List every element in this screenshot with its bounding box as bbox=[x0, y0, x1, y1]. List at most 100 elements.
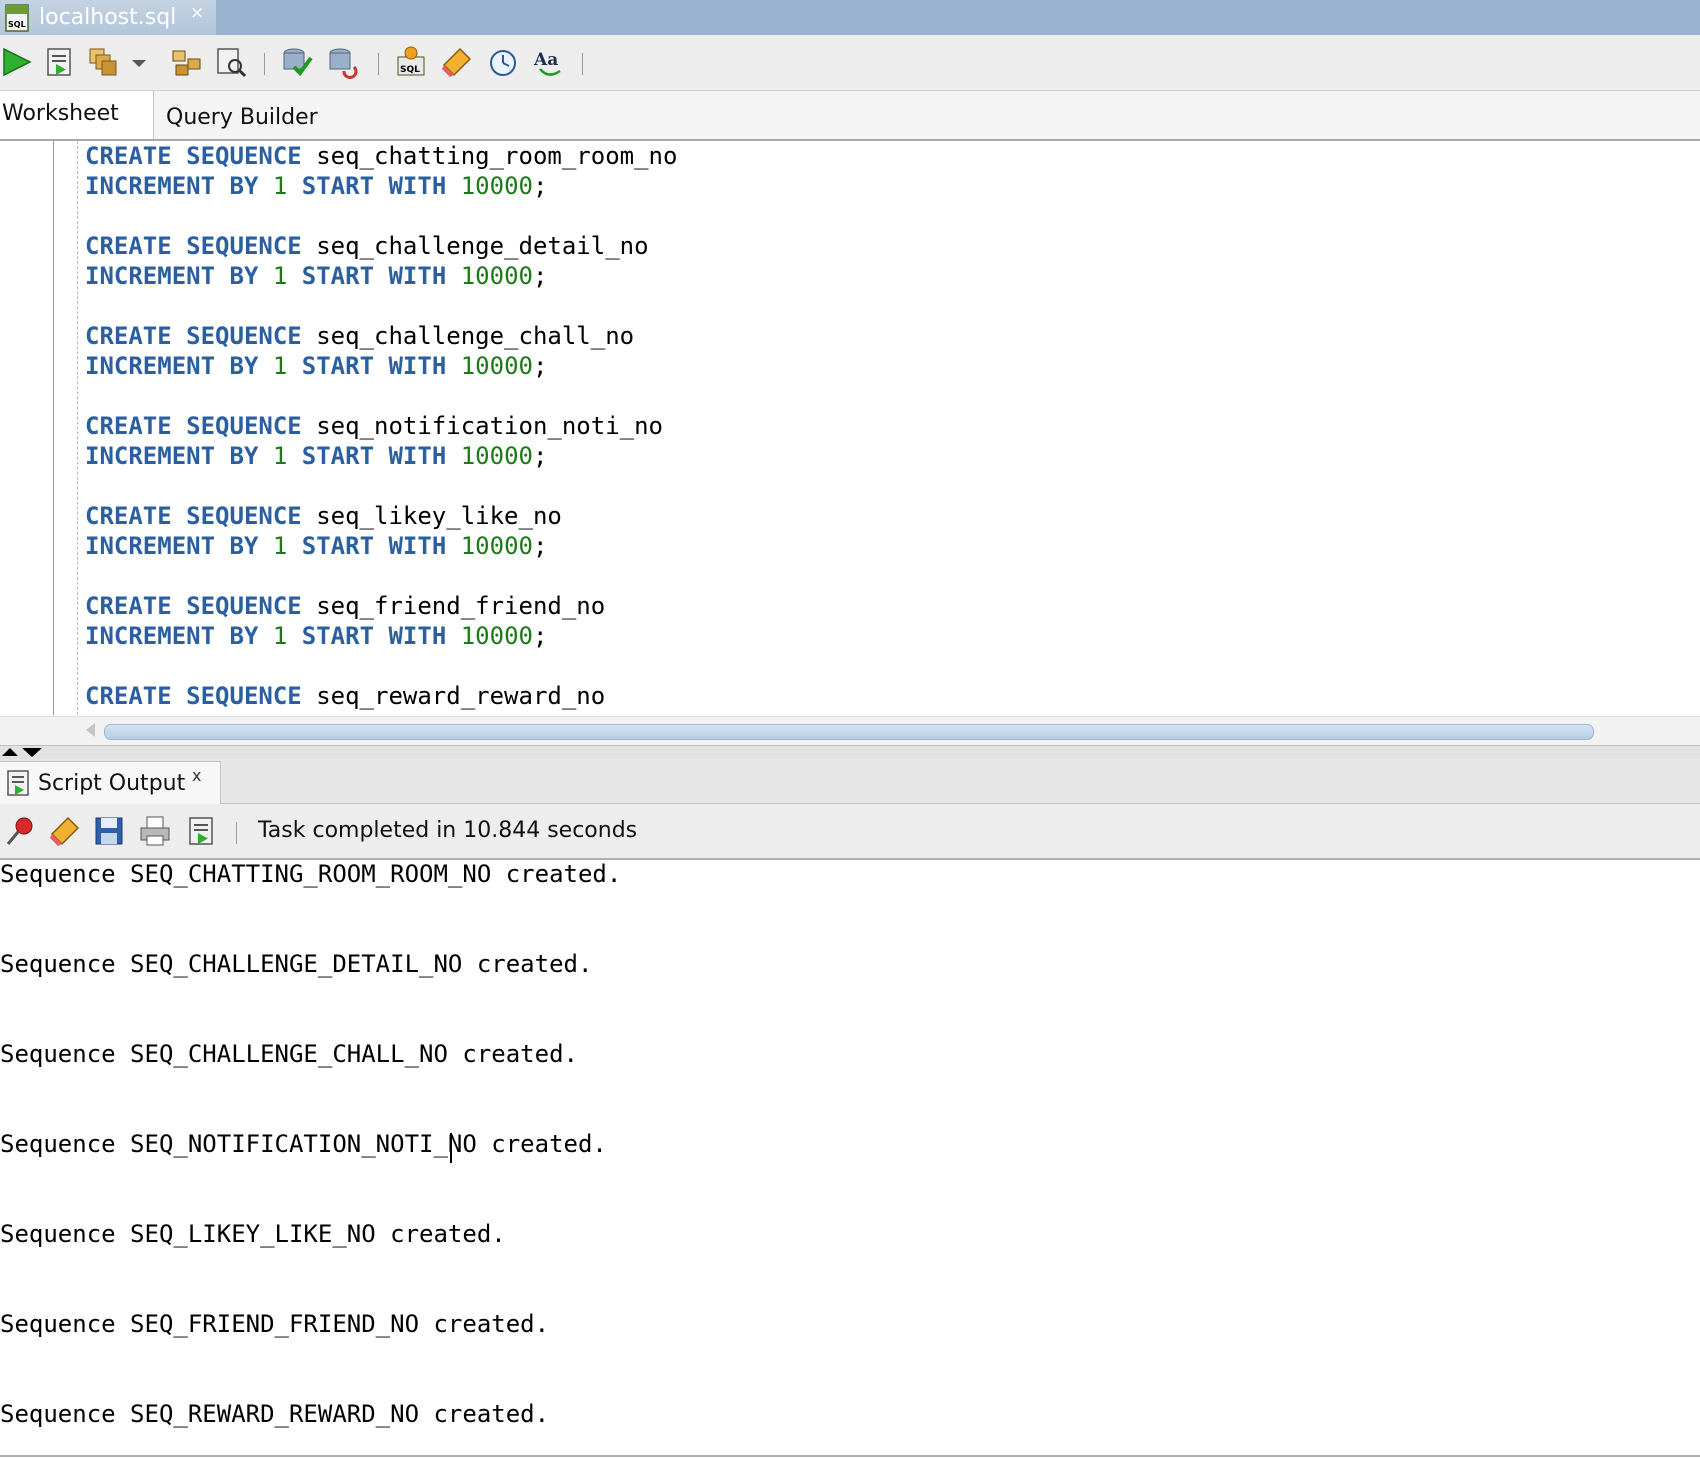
keyword: SEQUENCE bbox=[186, 592, 302, 620]
script-output-title: Script Output bbox=[38, 770, 186, 796]
keyword: BY bbox=[229, 352, 259, 380]
toolbar-separator bbox=[378, 53, 379, 75]
keyword: START bbox=[301, 532, 375, 560]
rollback-icon[interactable] bbox=[326, 45, 360, 79]
keyword: CREATE bbox=[85, 232, 172, 260]
panel-splitter[interactable] bbox=[0, 745, 1700, 760]
tab-query-builder[interactable]: Query Builder bbox=[154, 91, 366, 139]
code-line-increment: INCREMENT BY 1 START WITH 10000; bbox=[85, 171, 677, 201]
expand-down-icon[interactable] bbox=[22, 748, 42, 757]
statement-terminator: ; bbox=[532, 622, 548, 650]
start-value: 10000 bbox=[460, 352, 533, 380]
keyword: CREATE bbox=[85, 592, 172, 620]
sql-editor[interactable]: CREATE SEQUENCE seq_chatting_room_room_n… bbox=[0, 141, 1700, 715]
toolbar-separator bbox=[264, 53, 265, 75]
output-toolbar: Task completed in 10.844 seconds bbox=[0, 804, 1700, 860]
keyword: START bbox=[301, 262, 375, 290]
output-line: Sequence SEQ_NOTIFICATION_NOTI_NO create… bbox=[0, 1130, 607, 1158]
close-icon[interactable]: x bbox=[192, 766, 201, 785]
statement-terminator: ; bbox=[532, 262, 548, 290]
keyword: BY bbox=[229, 262, 259, 290]
output-line: Sequence SEQ_LIKEY_LIKE_NO created. bbox=[0, 1220, 506, 1248]
document-tab-localhost-sql[interactable]: SQL localhost.sql × bbox=[0, 0, 216, 35]
code-line-create: CREATE SEQUENCE seq_notification_noti_no bbox=[85, 411, 677, 441]
code-line-create: CREATE SEQUENCE seq_reward_reward_no bbox=[85, 681, 677, 711]
print-icon[interactable] bbox=[138, 814, 172, 848]
clear-eraser-icon[interactable] bbox=[440, 45, 474, 79]
tab-worksheet[interactable]: Worksheet bbox=[0, 91, 154, 139]
horizontal-scrollbar[interactable] bbox=[0, 716, 1700, 745]
increment-value: 1 bbox=[272, 172, 288, 200]
keyword: SEQUENCE bbox=[186, 322, 302, 350]
history-clock-icon[interactable] bbox=[486, 45, 520, 79]
run-script-icon[interactable] bbox=[184, 814, 218, 848]
keyword: INCREMENT bbox=[85, 262, 216, 290]
commit-check-icon[interactable] bbox=[280, 45, 314, 79]
expand-up-icon[interactable] bbox=[2, 748, 18, 756]
svg-text:Aa: Aa bbox=[533, 50, 558, 70]
code-line-increment: INCREMENT BY 1 START WITH 10000; bbox=[85, 621, 677, 651]
keyword: CREATE bbox=[85, 412, 172, 440]
start-value: 10000 bbox=[460, 532, 533, 560]
script-output-icon bbox=[7, 770, 29, 796]
start-value: 10000 bbox=[460, 172, 533, 200]
script-output-area[interactable]: Sequence SEQ_CHATTING_ROOM_ROOM_NO creat… bbox=[0, 860, 1700, 1455]
scroll-left-arrow-icon[interactable] bbox=[86, 723, 95, 737]
svg-text:SQL: SQL bbox=[400, 65, 420, 75]
format-text-icon[interactable]: Aa bbox=[532, 45, 566, 79]
sql-tuning-icon[interactable]: SQL bbox=[394, 45, 428, 79]
sql-code: CREATE SEQUENCE seq_chatting_room_room_n… bbox=[85, 141, 677, 711]
keyword: WITH bbox=[388, 442, 447, 470]
output-line: Sequence SEQ_CHALLENGE_DETAIL_NO created… bbox=[0, 950, 593, 978]
worksheet-toolbar: SQL Aa bbox=[0, 35, 1700, 91]
increment-value: 1 bbox=[272, 262, 288, 290]
run-statement-icon[interactable] bbox=[0, 45, 34, 79]
keyword: SEQUENCE bbox=[186, 412, 302, 440]
keyword: CREATE bbox=[85, 502, 172, 530]
run-script-icon[interactable] bbox=[42, 45, 76, 79]
increment-value: 1 bbox=[272, 532, 288, 560]
keyword: SEQUENCE bbox=[186, 682, 302, 710]
keyword: CREATE bbox=[85, 322, 172, 350]
sql-file-icon: SQL bbox=[5, 3, 29, 32]
increment-value: 1 bbox=[272, 622, 288, 650]
close-icon[interactable]: × bbox=[190, 3, 204, 23]
keyword: INCREMENT bbox=[85, 442, 216, 470]
keyword: START bbox=[301, 442, 375, 470]
code-line-create: CREATE SEQUENCE seq_challenge_chall_no bbox=[85, 321, 677, 351]
keyword: BY bbox=[229, 532, 259, 560]
keyword: START bbox=[301, 622, 375, 650]
statement-terminator: ; bbox=[532, 442, 548, 470]
clear-eraser-icon[interactable] bbox=[48, 814, 82, 848]
output-line: Sequence SEQ_CHATTING_ROOM_ROOM_NO creat… bbox=[0, 860, 622, 888]
statement-terminator: ; bbox=[532, 172, 548, 200]
keyword: BY bbox=[229, 172, 259, 200]
keyword: SEQUENCE bbox=[186, 502, 302, 530]
explain-plan-icon[interactable] bbox=[170, 45, 204, 79]
keyword: WITH bbox=[388, 532, 447, 560]
pin-icon[interactable] bbox=[4, 814, 38, 848]
statement-terminator: ; bbox=[532, 352, 548, 380]
save-icon[interactable] bbox=[92, 814, 126, 848]
worksheet-tab-strip: Worksheet Query Builder bbox=[0, 91, 1700, 141]
output-line: Sequence SEQ_REWARD_REWARD_NO created. bbox=[0, 1400, 550, 1428]
scrollbar-thumb[interactable] bbox=[104, 724, 1594, 740]
tab-script-output[interactable]: Script Output x bbox=[0, 761, 221, 804]
commit-icon[interactable] bbox=[86, 45, 120, 79]
text-caret bbox=[450, 1133, 452, 1163]
keyword: START bbox=[301, 172, 375, 200]
sequence-name: seq_reward_reward_no bbox=[316, 682, 606, 710]
sequence-name: seq_likey_like_no bbox=[316, 502, 562, 530]
fold-guide bbox=[77, 141, 78, 715]
autotrace-icon[interactable] bbox=[214, 45, 248, 79]
output-tab-strip: Script Output x bbox=[0, 759, 1700, 804]
output-line: Sequence SEQ_FRIEND_FRIEND_NO created. bbox=[0, 1310, 550, 1338]
sequence-name: seq_chatting_room_room_no bbox=[316, 142, 678, 170]
dropdown-arrow-icon[interactable] bbox=[128, 45, 150, 79]
keyword: WITH bbox=[388, 622, 447, 650]
keyword: CREATE bbox=[85, 682, 172, 710]
output-line: Sequence SEQ_CHALLENGE_CHALL_NO created. bbox=[0, 1040, 578, 1068]
